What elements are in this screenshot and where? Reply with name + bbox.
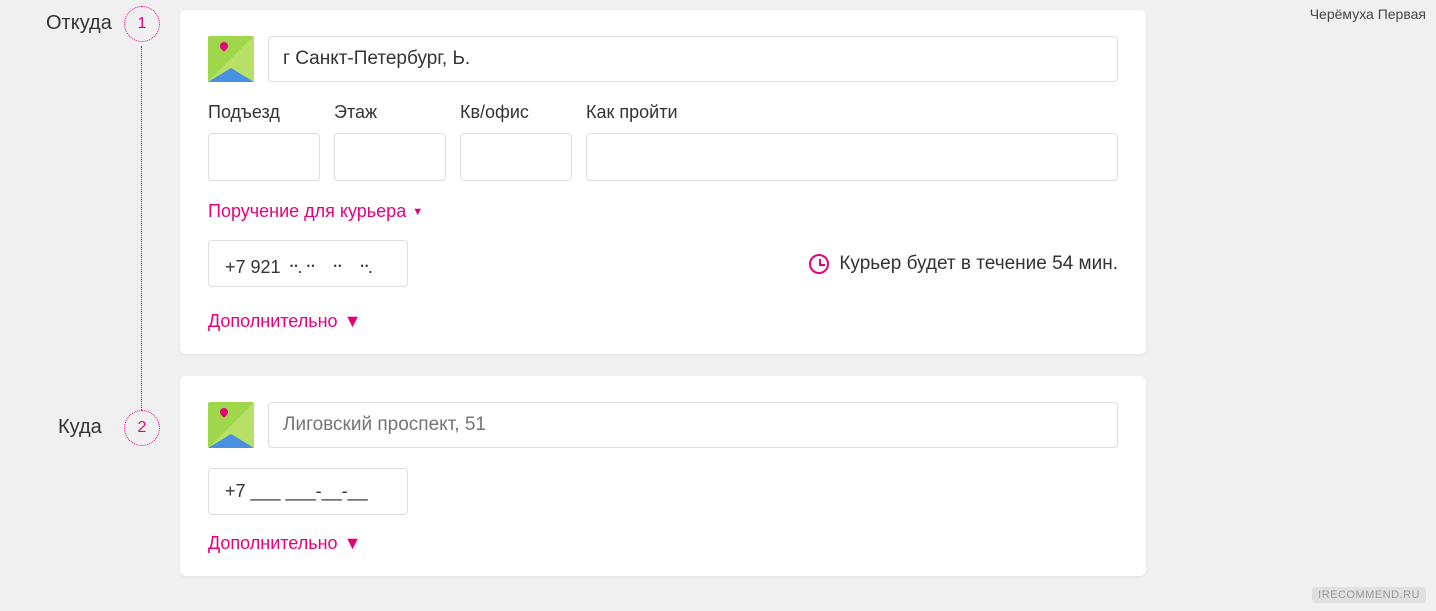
map-icon[interactable] bbox=[208, 402, 254, 448]
map-icon[interactable] bbox=[208, 36, 254, 82]
eta-text: Курьер будет в течение 54 мин. bbox=[839, 253, 1118, 275]
courier-task-label: Поручение для курьера bbox=[208, 201, 406, 222]
courier-task-toggle[interactable]: Поручение для курьера ▼ bbox=[208, 201, 423, 222]
entrance-input[interactable] bbox=[208, 133, 320, 181]
directions-label: Как пройти bbox=[586, 102, 1118, 123]
from-address-input[interactable] bbox=[268, 36, 1118, 82]
directions-input[interactable] bbox=[586, 133, 1118, 181]
chevron-down-icon: ▼ bbox=[344, 311, 362, 332]
from-additional-label: Дополнительно bbox=[208, 311, 338, 332]
to-label: Куда bbox=[58, 416, 102, 439]
to-additional-toggle[interactable]: Дополнительно ▼ bbox=[208, 533, 361, 554]
clock-icon bbox=[809, 254, 829, 274]
apt-input[interactable] bbox=[460, 133, 572, 181]
from-card: Подъезд Этаж Кв/офис Как пройти Поручени… bbox=[180, 10, 1146, 354]
to-address-input[interactable] bbox=[268, 402, 1118, 448]
watermark-site: IRECOMMEND.RU bbox=[1312, 587, 1426, 603]
to-card: Дополнительно ▼ bbox=[180, 376, 1146, 576]
to-additional-label: Дополнительно bbox=[208, 533, 338, 554]
entrance-label: Подъезд bbox=[208, 102, 320, 123]
chevron-down-icon: ▼ bbox=[412, 206, 423, 218]
from-phone-input[interactable] bbox=[208, 240, 408, 287]
to-phone-input[interactable] bbox=[208, 468, 408, 515]
step-badge-2: 2 bbox=[124, 410, 160, 446]
from-additional-toggle[interactable]: Дополнительно ▼ bbox=[208, 311, 361, 332]
step-badge-1: 1 bbox=[124, 6, 160, 42]
apt-label: Кв/офис bbox=[460, 102, 572, 123]
from-label: Откуда bbox=[46, 12, 112, 35]
step-connector-line bbox=[141, 46, 142, 416]
floor-input[interactable] bbox=[334, 133, 446, 181]
eta-info: Курьер будет в течение 54 мин. bbox=[809, 253, 1118, 275]
chevron-down-icon: ▼ bbox=[344, 533, 362, 554]
floor-label: Этаж bbox=[334, 102, 446, 123]
